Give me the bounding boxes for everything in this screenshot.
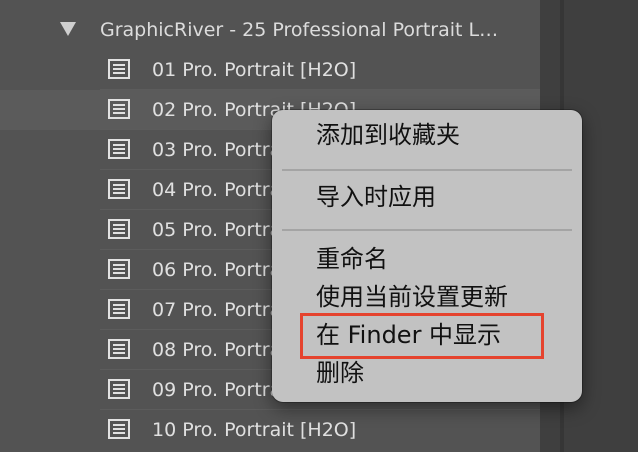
menu-separator	[282, 229, 572, 231]
preset-list-icon	[108, 419, 130, 439]
menu-item-rename[interactable]: 重命名	[316, 244, 388, 274]
preset-list-icon	[108, 59, 130, 79]
preset-row[interactable]: 01 Pro. Portrait [H2O]	[0, 50, 540, 90]
disclosure-triangle-icon[interactable]	[60, 22, 76, 36]
preset-list-icon	[108, 99, 130, 119]
preset-list-icon	[108, 379, 130, 399]
menu-item-add-to-favorites[interactable]: 添加到收藏夹	[316, 120, 460, 150]
highlight-box	[300, 313, 544, 359]
folder-label: GraphicRiver - 25 Professional Portrait …	[100, 19, 499, 41]
menu-separator	[282, 169, 572, 171]
menu-item-apply-on-import[interactable]: 导入时应用	[316, 182, 436, 212]
preset-list-icon	[108, 299, 130, 319]
preset-list-icon	[108, 339, 130, 359]
preset-list-icon	[108, 259, 130, 279]
preset-list-icon	[108, 139, 130, 159]
preset-label: 01 Pro. Portrait [H2O]	[152, 59, 357, 81]
preset-list-icon	[108, 179, 130, 199]
preset-list-icon	[108, 219, 130, 239]
preset-row[interactable]: 10 Pro. Portrait [H2O]	[0, 410, 540, 450]
preset-folder-row[interactable]: GraphicRiver - 25 Professional Portrait …	[0, 10, 540, 50]
menu-item-update-with-current-settings[interactable]: 使用当前设置更新	[316, 282, 508, 312]
menu-item-delete[interactable]: 删除	[316, 358, 364, 388]
preset-label: 10 Pro. Portrait [H2O]	[152, 419, 357, 441]
